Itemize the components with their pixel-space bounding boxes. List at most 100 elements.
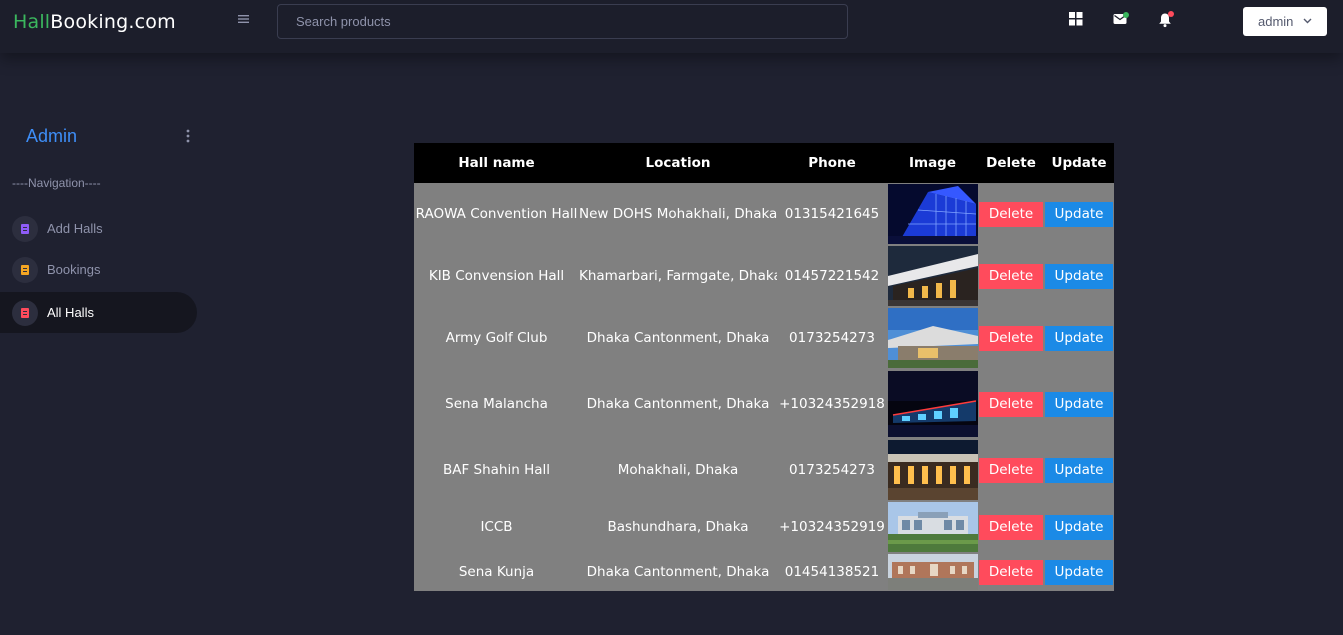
hall-name-cell: RAOWA Convention Hall [415,206,578,222]
table-row: ICCB Bashundhara, Dhaka +10324352919 Del… [414,501,1114,553]
halls-table: Hall name Location Phone Image Delete Up… [414,143,1114,591]
hall-image-cell [887,553,978,591]
update-button[interactable]: Update [1045,325,1113,351]
hall-image-cell [887,439,978,501]
nav-caption: ----Navigation---- [12,176,101,190]
phone-cell: 01454138521 [784,564,880,580]
column-header-delete: Delete [978,143,1044,183]
search-input[interactable] [277,4,848,39]
sidebar-item-label: Add Halls [47,221,103,236]
hall-name-cell: Sena Malancha [445,396,548,412]
hall-image-cell [887,369,978,439]
location-cell: New DOHS Mohakhali, Dhaka [579,206,777,222]
update-cell: Update [1044,553,1114,591]
delete-cell: Delete [978,307,1044,369]
update-button[interactable]: Update [1045,559,1113,585]
delete-cell: Delete [978,369,1044,439]
user-menu-label: admin [1258,14,1294,29]
delete-cell: Delete [978,245,1044,307]
column-header-update: Update [1044,143,1114,183]
hall-image-cell [887,501,978,553]
delete-cell: Delete [978,183,1044,245]
hall-photo [887,184,978,244]
sidebar-item-label: All Halls [47,305,94,320]
hall-photo [887,308,978,368]
hall-image-cell [887,183,978,245]
menu-icon[interactable] [238,11,252,27]
document-icon [12,216,38,242]
phone-cell: 01457221542 [784,268,880,284]
update-cell: Update [1044,183,1114,245]
phone-cell: +10324352918 [779,396,885,412]
hall-name-cell: BAF Shahin Hall [442,462,551,478]
delete-cell: Delete [978,501,1044,553]
chevron-down-icon [1303,18,1312,24]
table-row: Army Golf Club Dhaka Cantonment, Dhaka 0… [414,307,1114,369]
hall-image-cell [887,245,978,307]
hall-name-cell: KIB Convension Hall [428,268,565,284]
update-cell: Update [1044,307,1114,369]
update-cell: Update [1044,369,1114,439]
phone-cell: +10324352919 [779,519,885,535]
delete-button[interactable]: Delete [979,201,1043,227]
column-header-location: Location [579,143,777,183]
table-row: Sena Malancha Dhaka Cantonment, Dhaka +1… [414,369,1114,439]
delete-button[interactable]: Delete [979,559,1043,585]
location-cell: Dhaka Cantonment, Dhaka [586,330,770,346]
delete-button[interactable]: Delete [979,457,1043,483]
hall-photo [887,246,978,306]
update-button[interactable]: Update [1045,514,1113,540]
location-cell: Khamarbari, Farmgate, Dhaka [579,268,777,284]
mail-notification-dot [1123,12,1129,18]
hall-photo [887,554,978,590]
location-cell: Mohakhali, Dhaka [617,462,739,478]
top-bar: HallBooking.com admin [0,0,1343,53]
hall-photo [887,502,978,552]
user-menu-button[interactable]: admin [1243,7,1327,36]
update-button[interactable]: Update [1045,201,1113,227]
sidebar-title: Admin [26,126,78,146]
mail-icon[interactable] [1113,12,1129,28]
table-row: RAOWA Convention Hall New DOHS Mohakhali… [414,183,1114,245]
table-row: KIB Convension Hall Khamarbari, Farmgate… [414,245,1114,307]
delete-button[interactable]: Delete [979,325,1043,351]
location-cell: Dhaka Cantonment, Dhaka [586,396,770,412]
column-header-phone: Phone [777,143,887,183]
delete-cell: Delete [978,439,1044,501]
delete-button[interactable]: Delete [979,514,1043,540]
hall-name-cell: Sena Kunja [458,564,535,580]
sidebar-item-all-halls[interactable]: All Halls [0,292,197,333]
bell-icon[interactable] [1158,11,1174,28]
hall-photo [887,371,978,437]
brand-part-2: Booking.com [50,11,176,33]
brand-part-1: Hall [13,11,51,33]
update-button[interactable]: Update [1045,391,1113,417]
bell-notification-dot [1168,11,1174,17]
phone-cell: 0173254273 [789,330,875,346]
brand-logo[interactable]: HallBooking.com [13,11,176,33]
column-header-image: Image [887,143,978,183]
hall-name-cell: Army Golf Club [445,330,548,346]
update-cell: Update [1044,439,1114,501]
update-cell: Update [1044,245,1114,307]
sidebar-item-label: Bookings [47,262,101,277]
apps-grid-icon[interactable] [1069,12,1085,28]
update-button[interactable]: Update [1045,457,1113,483]
sidebar-item-add-halls[interactable]: Add Halls [0,208,197,249]
hall-name-cell: ICCB [480,519,513,535]
document-icon [12,257,38,283]
update-cell: Update [1044,501,1114,553]
phone-cell: 01315421645 [784,206,880,222]
location-cell: Dhaka Cantonment, Dhaka [586,564,770,580]
update-button[interactable]: Update [1045,263,1113,289]
kebab-menu-icon[interactable] [185,129,191,143]
sidebar-item-bookings[interactable]: Bookings [0,249,197,290]
delete-button[interactable]: Delete [979,263,1043,289]
table-row: BAF Shahin Hall Mohakhali, Dhaka 0173254… [414,439,1114,501]
table-row: Sena Kunja Dhaka Cantonment, Dhaka 01454… [414,553,1114,591]
document-icon [12,300,38,326]
delete-button[interactable]: Delete [979,391,1043,417]
location-cell: Bashundhara, Dhaka [607,519,749,535]
delete-cell: Delete [978,553,1044,591]
hall-image-cell [887,307,978,369]
